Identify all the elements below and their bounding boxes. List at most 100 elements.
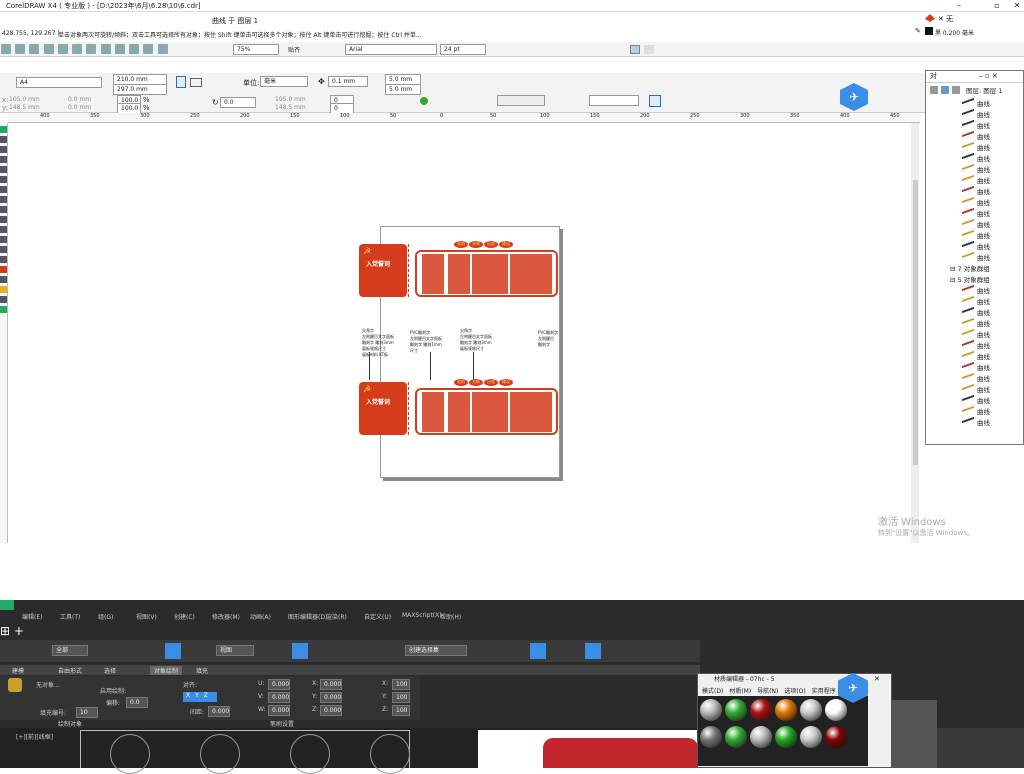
zoom-tool-icon[interactable]	[0, 156, 7, 163]
eyedropper-icon[interactable]	[0, 276, 7, 283]
nudge-input[interactable]: 0.1 mm	[328, 76, 368, 87]
launcher-icon[interactable]	[157, 44, 168, 54]
line-style-select[interactable]	[497, 95, 545, 106]
undo-icon[interactable]	[100, 44, 111, 54]
max-add-icon[interactable]: ⊞ +	[0, 624, 30, 638]
material-sphere[interactable]	[800, 699, 822, 721]
align-icon[interactable]	[630, 45, 640, 54]
snap-toggle-icon[interactable]	[292, 643, 308, 659]
object-tree-curve[interactable]: 曲线	[926, 394, 1023, 405]
rectangle-tool-icon[interactable]	[0, 186, 7, 193]
ribbon-tab[interactable]: 填充	[196, 666, 208, 675]
object-tree[interactable]: 曲线 曲线 曲线 曲线 曲线 曲线 曲线 曲线 曲线 曲线 曲线 曲线 曲线 曲线 曲线 ⊟ 7 对象群组 ⊟ …	[926, 97, 1023, 427]
font-select[interactable]: Arial	[345, 44, 437, 55]
rotate-input[interactable]: 0.0	[220, 97, 256, 108]
object-tree-curve[interactable]: 曲线	[926, 174, 1023, 185]
object-tree-curve[interactable]: 曲线	[926, 185, 1023, 196]
scale-x-input[interactable]: 100	[392, 679, 410, 690]
object-tree-curve[interactable]: 曲线	[926, 141, 1023, 152]
width-field[interactable]: 0.0 mm	[68, 96, 91, 103]
select-object-icon[interactable]	[165, 643, 181, 659]
scale-z-input[interactable]: 100	[392, 705, 410, 716]
ribbon-tab[interactable]: 对象绘制	[150, 666, 183, 675]
paper-size-select[interactable]: A4	[16, 77, 102, 88]
center-y-field[interactable]: 148.5 mm	[275, 104, 306, 111]
object-tree-curve[interactable]: 曲线	[926, 339, 1023, 350]
max-menu-item[interactable]: 动画(A)	[250, 612, 271, 621]
max-menu-item[interactable]: 修改器(M)	[212, 612, 240, 621]
dimension-tool-icon[interactable]	[0, 246, 7, 253]
outline-tool-icon[interactable]	[0, 286, 7, 293]
spacing-input[interactable]: 0.000	[208, 706, 230, 717]
object-tree-group[interactable]: ⊟ 5 对象群组	[926, 273, 1023, 284]
material-sphere[interactable]	[825, 699, 847, 721]
material-sphere[interactable]	[825, 726, 847, 748]
table-tool-icon[interactable]	[0, 236, 7, 243]
v-input[interactable]: 0.000	[268, 692, 290, 703]
pick-tool-icon[interactable]	[0, 126, 7, 133]
max-menu-item[interactable]: 图形编辑器(D)	[288, 612, 327, 621]
display-board-bottom[interactable]: ☭ 入党誓词 党的 光辉 历程 建设	[358, 378, 558, 435]
y-field[interactable]: 148.5 mm	[9, 104, 40, 111]
object-tree-curve[interactable]: 曲线	[926, 240, 1023, 251]
ribbon-tab[interactable]: 选择	[104, 666, 116, 675]
object-tree-curve[interactable]: 曲线	[926, 416, 1023, 427]
max-menu-item[interactable]: 工具(T)	[60, 612, 80, 621]
material-menu-item[interactable]: 选项(O)	[784, 688, 805, 695]
basic-shapes-icon[interactable]	[0, 216, 7, 223]
material-menu-item[interactable]: 实用程序	[812, 688, 836, 695]
open-icon[interactable]	[15, 44, 26, 54]
w-input[interactable]: 0.000	[268, 705, 290, 716]
material-sphere[interactable]	[775, 699, 797, 721]
max-menu-item[interactable]: 编辑(E)	[22, 612, 42, 621]
cut-icon[interactable]	[57, 44, 68, 54]
object-tree-curve[interactable]: 曲线	[926, 383, 1023, 394]
material-sphere[interactable]	[700, 699, 722, 721]
x-field[interactable]: 105.0 mm	[9, 96, 40, 103]
material-editor-close[interactable]: ✕	[874, 675, 880, 683]
object-tree-curve[interactable]: 曲线	[926, 306, 1023, 317]
material-menu-item[interactable]: 材质(M)	[729, 688, 751, 695]
maximize-button[interactable]: ▫	[990, 0, 1004, 12]
scale-y-input[interactable]: 100	[392, 692, 410, 703]
object-tree-curve[interactable]: 曲线	[926, 295, 1023, 306]
landscape-icon[interactable]	[190, 78, 202, 87]
rot-y-input[interactable]: 0.000	[320, 692, 342, 703]
object-tree-curve[interactable]: 曲线	[926, 328, 1023, 339]
copy-icon[interactable]	[72, 44, 83, 54]
max-menu-item[interactable]: 渲染(R)	[326, 612, 347, 621]
close-button[interactable]: ✕	[1010, 0, 1024, 12]
material-sphere[interactable]	[750, 699, 772, 721]
material-sphere[interactable]	[750, 726, 772, 748]
ellipse-tool-icon[interactable]	[0, 196, 7, 203]
layer-explorer-icon[interactable]	[530, 643, 546, 659]
max-menu-item[interactable]: 视图(V)	[136, 612, 157, 621]
material-editor-icon[interactable]	[585, 643, 601, 659]
import-icon[interactable]	[129, 44, 140, 54]
material-sphere[interactable]	[725, 726, 747, 748]
material-sphere[interactable]	[775, 726, 797, 748]
material-sphere[interactable]	[800, 726, 822, 748]
object-tree-curve[interactable]: 曲线	[926, 361, 1023, 372]
max-menu-item[interactable]: 创建(C)	[174, 612, 195, 621]
object-tree-curve[interactable]: 曲线	[926, 229, 1023, 240]
print-icon[interactable]	[43, 44, 54, 54]
material-slots[interactable]	[698, 696, 868, 766]
paint-objects-label[interactable]: 绘制对象	[58, 719, 82, 728]
u-input[interactable]: 0.000	[268, 679, 290, 690]
zoom-select[interactable]: 75%	[233, 44, 279, 55]
viewport-label[interactable]: [+][前][线框]	[16, 732, 53, 741]
brush-settings-label[interactable]: 笔刷设置	[270, 719, 294, 728]
duplicate-y-input[interactable]: 5.0 mm	[385, 84, 421, 95]
object-tree-curve[interactable]: 曲线	[926, 196, 1023, 207]
max-menu-item[interactable]: 帮助(H)	[440, 612, 461, 621]
object-tree-group[interactable]: ⊟ 7 对象群组	[926, 262, 1023, 273]
outline-width-select[interactable]	[589, 95, 639, 106]
columns-icon[interactable]	[644, 45, 654, 54]
rot-x-input[interactable]: 0.000	[320, 679, 342, 690]
rot-z-input[interactable]: 0.000	[320, 705, 342, 716]
new-icon[interactable]	[1, 44, 11, 54]
offset-input[interactable]: 0.0	[126, 697, 148, 708]
object-tree-curve[interactable]: 曲线	[926, 97, 1023, 108]
object-tree-curve[interactable]: 曲线	[926, 207, 1023, 218]
